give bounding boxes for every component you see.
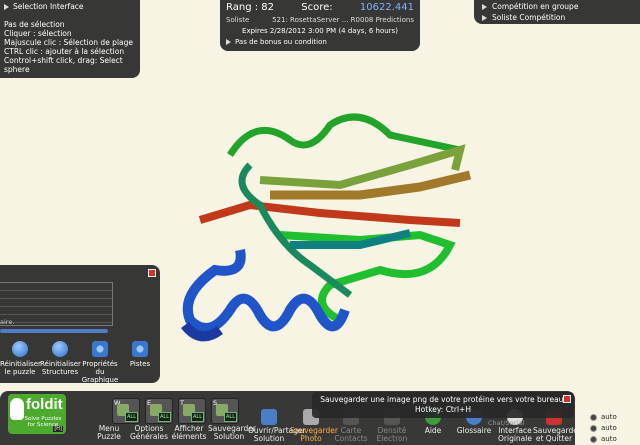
- button-label: Pistes: [129, 360, 151, 368]
- bonus-label: Pas de bonus ou condition: [235, 38, 327, 46]
- menu-label: Interface Originale: [498, 426, 532, 443]
- menu-label: Glossaire: [456, 426, 492, 435]
- menu-label: Aide: [424, 426, 442, 435]
- score-value: 10622.441: [359, 2, 414, 13]
- gear-icon: [92, 341, 108, 357]
- actions-panel: aire. Réinitialiser le puzzle Réinitiali…: [0, 265, 160, 384]
- status-text: aire.: [0, 318, 15, 326]
- selection-hint: sphere: [4, 65, 30, 74]
- menu-label: Menu Puzzle: [97, 424, 121, 441]
- tool-badge: ALL: [125, 412, 138, 422]
- foldit-logo[interactable]: foldit Solve Puzzles for Science [H]: [8, 394, 66, 434]
- competition-item-label: Compétition en groupe: [492, 2, 579, 11]
- selection-hint: Majuscule clic : Sélection de plage: [4, 38, 134, 47]
- tweak-tool-button[interactable]: T ALL: [178, 398, 206, 424]
- auto-label: auto: [601, 435, 617, 443]
- puzzle-name: 521: RosettaServer ... R0008 Predictions: [272, 16, 414, 24]
- menu-label: Sauvegarder et Quitter: [533, 426, 581, 443]
- gear-icon: [132, 341, 148, 357]
- tooltip-text: Sauvegarder une image png de votre proté…: [320, 395, 566, 404]
- history-list[interactable]: [0, 282, 113, 326]
- selection-hint: Control+shift click, drag: Select: [4, 56, 123, 65]
- auto-toggle[interactable]: auto: [590, 423, 617, 434]
- open-share-solution-button[interactable]: Ouvrir/Partager Solution: [248, 409, 306, 443]
- tooltip-hotkey: Hotkey: Ctrl+H: [415, 405, 471, 414]
- auto-label: auto: [601, 424, 617, 432]
- reset-puzzle-button[interactable]: Réinitialiser le puzzle: [0, 338, 41, 384]
- score-label: Score:: [301, 2, 333, 13]
- selection-hint: Pas de sélection: [4, 20, 65, 29]
- expand-arrow-icon[interactable]: [4, 3, 9, 10]
- puzzle-menu-button[interactable]: Menu Puzzle: [88, 425, 130, 441]
- expand-arrow-icon[interactable]: [482, 14, 487, 21]
- tool-badge: ALL: [191, 412, 204, 422]
- logo-text: foldit: [26, 396, 63, 413]
- radio-icon: [590, 425, 597, 432]
- bonus-row[interactable]: Pas de bonus ou condition: [226, 38, 414, 46]
- competition-panel: Compétition en groupe Soliste Compétitio…: [474, 0, 640, 24]
- radio-icon: [590, 436, 597, 443]
- refresh-icon: [52, 341, 68, 357]
- competition-item[interactable]: Compétition en groupe: [482, 1, 632, 12]
- expand-arrow-icon[interactable]: [226, 39, 231, 45]
- general-options-button[interactable]: Options Générales: [128, 425, 170, 441]
- auto-toggle[interactable]: auto: [590, 434, 617, 445]
- selection-panel-header[interactable]: Selection Interface: [4, 2, 136, 11]
- menu-label: Afficher éléments: [171, 424, 207, 441]
- sidechain-tool-button[interactable]: S ALL: [211, 398, 239, 424]
- chat-label[interactable]: Chat/Social: [488, 419, 525, 427]
- wiggle-tool-button[interactable]: W ALL: [112, 398, 140, 424]
- competition-item-label: Soliste Compétition: [492, 13, 566, 22]
- reset-structures-button[interactable]: Réinitialiser Structures: [40, 338, 81, 384]
- auto-controls: auto auto auto: [590, 412, 617, 445]
- button-label: Propriétés du Graphique: [81, 360, 119, 384]
- play-mode: Soliste: [226, 16, 250, 24]
- tool-badge: ALL: [224, 412, 237, 422]
- expand-arrow-icon[interactable]: [482, 3, 487, 10]
- display-elements-button[interactable]: Afficher éléments: [168, 425, 210, 441]
- competition-item[interactable]: Soliste Compétition: [482, 12, 632, 23]
- graphics-properties-button[interactable]: Propriétés du Graphique: [80, 338, 120, 384]
- score-panel: Rang : 82 Score: 10622.441 Soliste 521: …: [220, 0, 420, 51]
- selection-panel-title: Selection Interface: [13, 2, 84, 11]
- tooltip: Sauvegarder une image png de votre proté…: [312, 392, 574, 418]
- shake-tool-button[interactable]: E ALL: [145, 398, 173, 424]
- auto-toggle[interactable]: auto: [590, 412, 617, 423]
- rank-label: Rang : 82: [226, 2, 274, 13]
- menu-label: Options Générales: [129, 424, 169, 441]
- close-icon[interactable]: [148, 269, 156, 277]
- progress-bar: [0, 329, 108, 333]
- refresh-icon: [12, 341, 28, 357]
- menu-label: Densité Electron: [376, 426, 408, 443]
- button-label: Réinitialiser Structures: [40, 360, 81, 376]
- tool-badge: ALL: [158, 412, 171, 422]
- close-icon[interactable]: [563, 395, 571, 403]
- folder-icon: [261, 409, 277, 425]
- selection-hint: Cliquer : sélection: [4, 29, 72, 38]
- tracks-button[interactable]: Pistes: [120, 338, 160, 384]
- save-solution-button[interactable]: Sauvegarder Solution: [208, 425, 256, 441]
- selection-hint: CTRL clic : ajouter à la sélection: [4, 47, 125, 56]
- expiry-text: Expires 2/28/2012 3:00 PM (4 days, 6 hou…: [242, 27, 398, 35]
- protein-view[interactable]: [160, 95, 500, 355]
- menu-label: Carte Contacts: [334, 426, 368, 443]
- radio-icon: [590, 414, 597, 421]
- selection-panel: Selection Interface Pas de sélection Cli…: [0, 0, 140, 78]
- logo-hotkey: [H]: [53, 426, 63, 432]
- auto-label: auto: [601, 413, 617, 421]
- button-label: Réinitialiser le puzzle: [0, 360, 41, 376]
